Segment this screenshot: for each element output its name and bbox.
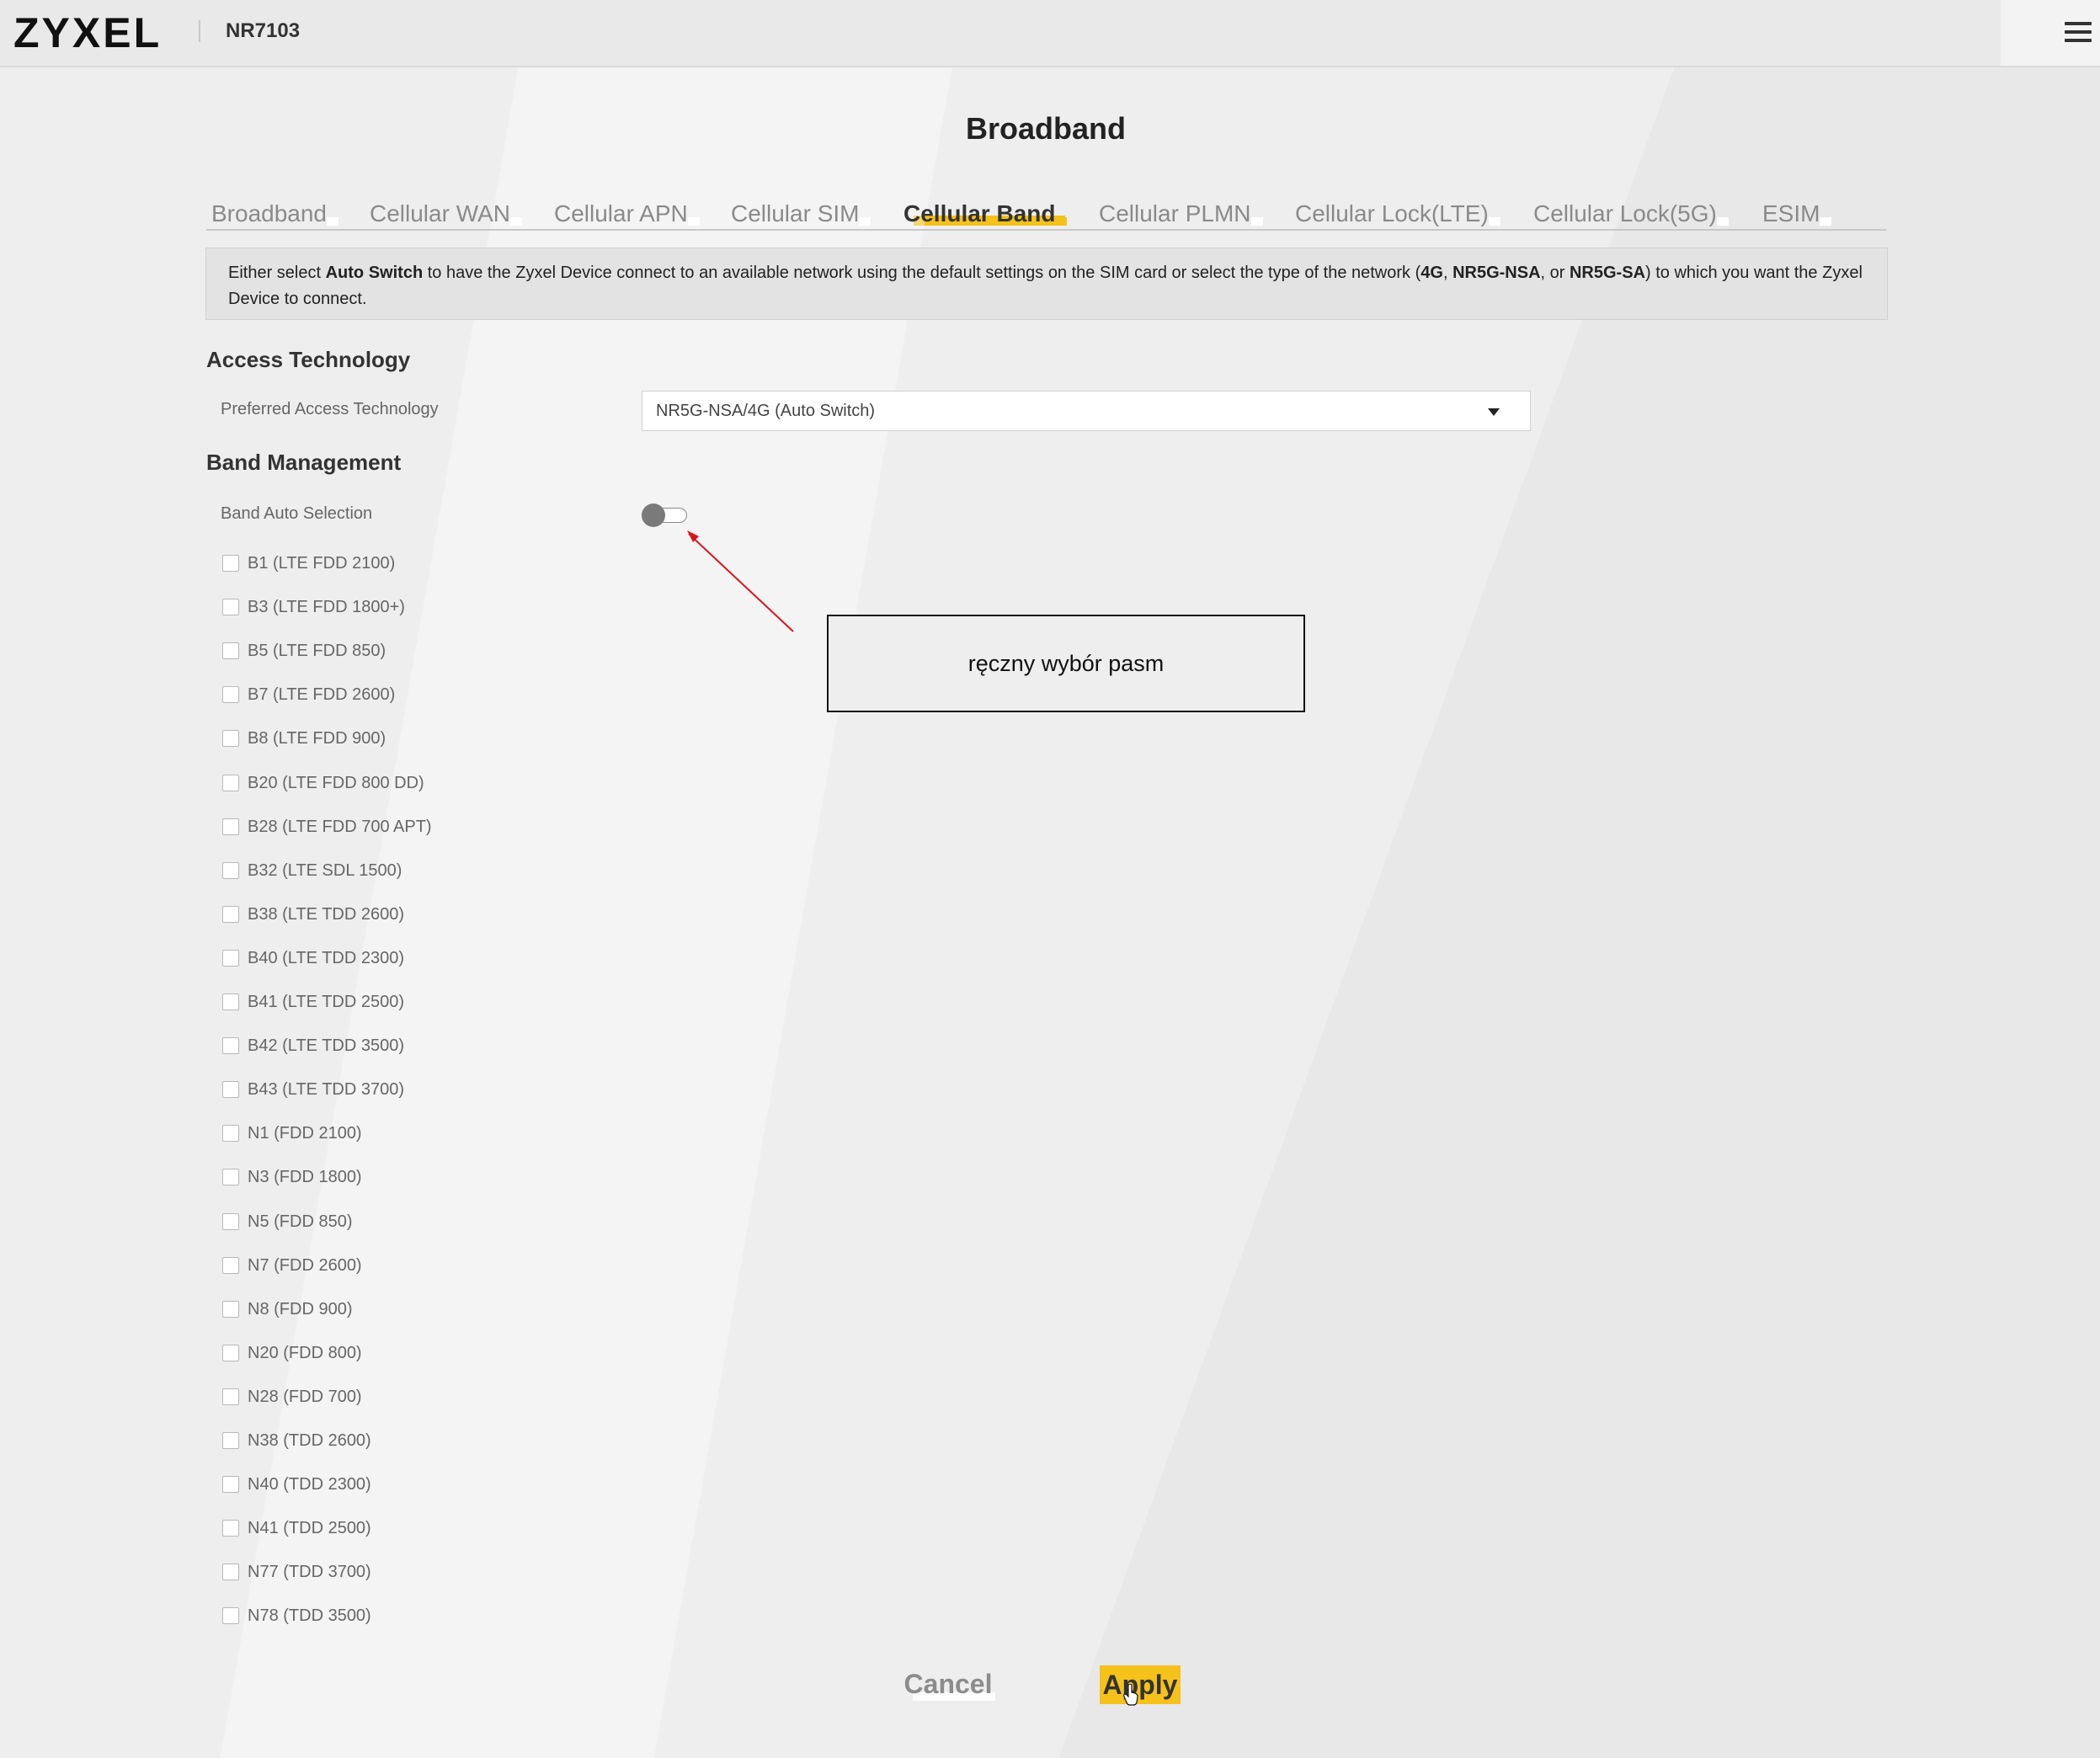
- band-label: B32 (LTE SDL 1500): [248, 861, 402, 880]
- band-label: B38 (LTE TDD 2600): [248, 905, 405, 924]
- device-model: NR7103: [226, 19, 301, 42]
- section-title-band-management: Band Management: [206, 450, 402, 475]
- band-label: B8 (LTE FDD 900): [248, 729, 386, 748]
- header-divider: [199, 20, 200, 42]
- preferred-access-technology-label: Preferred Access Technology: [221, 400, 439, 418]
- band-checkbox[interactable]: [222, 818, 239, 835]
- band-checkbox[interactable]: [222, 1345, 239, 1361]
- band-auto-selection-label: Band Auto Selection: [221, 504, 373, 523]
- band-checkbox[interactable]: [222, 906, 239, 923]
- band-checkbox[interactable]: [222, 1081, 239, 1098]
- section-title-access-technology: Access Technology: [206, 347, 411, 372]
- band-checkbox[interactable]: [222, 1607, 239, 1624]
- band-checkbox[interactable]: [222, 1301, 239, 1318]
- band-checkbox[interactable]: [222, 1213, 239, 1230]
- band-label: N78 (TDD 3500): [248, 1606, 371, 1625]
- hand-cursor-icon: [1123, 1684, 1138, 1706]
- band-label: N1 (FDD 2100): [248, 1124, 362, 1143]
- band-checkbox[interactable]: [222, 1388, 239, 1405]
- band-label: N8 (FDD 900): [248, 1300, 353, 1318]
- band-checkbox[interactable]: [222, 686, 239, 703]
- band-checkbox[interactable]: [222, 555, 239, 572]
- info-box: Either select Auto Switch to have the Zy…: [205, 248, 1888, 320]
- band-checkbox[interactable]: [222, 642, 239, 659]
- band-label: B40 (LTE TDD 2300): [248, 949, 405, 967]
- band-checkbox[interactable]: [222, 599, 239, 615]
- band-label: N28 (FDD 700): [248, 1388, 362, 1406]
- band-checkbox[interactable]: [222, 1257, 239, 1274]
- band-checkbox[interactable]: [222, 862, 239, 879]
- band-label: N77 (TDD 3700): [248, 1563, 371, 1581]
- band-label: B28 (LTE FDD 700 APT): [248, 818, 432, 836]
- tab-cellular-lock-5g[interactable]: Cellular Lock(5G): [1533, 199, 1729, 229]
- band-checkbox[interactable]: [222, 1520, 239, 1537]
- cancel-button[interactable]: Cancel: [901, 1665, 995, 1702]
- hamburger-menu-icon[interactable]: [2065, 22, 2092, 45]
- band-checkbox[interactable]: [222, 950, 239, 967]
- band-label: B41 (LTE TDD 2500): [248, 993, 405, 1011]
- annotation-arrow: [687, 530, 794, 632]
- tab-broadband[interactable]: Broadband: [211, 199, 339, 229]
- band-label: B3 (LTE FDD 1800+): [248, 598, 405, 616]
- band-label: B20 (LTE FDD 800 DD): [248, 774, 424, 792]
- zyxel-logo: ZYXEL: [13, 9, 163, 56]
- tab-cellular-plmn[interactable]: Cellular PLMN: [1099, 199, 1262, 229]
- band-label: N5 (FDD 850): [248, 1212, 353, 1231]
- tab-cellular-wan[interactable]: Cellular WAN: [370, 199, 522, 229]
- band-label: N38 (TDD 2600): [248, 1431, 371, 1450]
- band-label: N41 (TDD 2500): [248, 1519, 371, 1537]
- tab-cellular-sim[interactable]: Cellular SIM: [731, 199, 872, 229]
- band-label: B1 (LTE FDD 2100): [248, 554, 396, 573]
- band-checkbox[interactable]: [222, 1037, 239, 1054]
- band-label: N7 (FDD 2600): [248, 1256, 362, 1275]
- tab-cellular-band[interactable]: Cellular Band: [903, 199, 1069, 229]
- tab-esim[interactable]: ESIM: [1762, 199, 1833, 229]
- band-label: B42 (LTE TDD 3500): [248, 1036, 405, 1055]
- tab-cellular-apn[interactable]: Cellular APN: [554, 199, 700, 229]
- band-checkbox[interactable]: [222, 1432, 239, 1449]
- tab-cellular-lock-lte[interactable]: Cellular Lock(LTE): [1295, 199, 1500, 229]
- band-checkbox[interactable]: [222, 994, 239, 1010]
- chevron-down-icon: [1488, 408, 1500, 416]
- band-checkbox[interactable]: [222, 1125, 239, 1142]
- band-label: N20 (FDD 800): [248, 1344, 362, 1362]
- apply-button[interactable]: Apply: [1100, 1665, 1181, 1704]
- band-checkbox[interactable]: [222, 730, 239, 747]
- annotation-box: ręczny wybór pasm: [827, 615, 1305, 712]
- top-header: ZYXEL NR7103: [0, 0, 2100, 67]
- toggle-knob: [642, 503, 665, 527]
- band-label: B43 (LTE TDD 3700): [248, 1080, 405, 1099]
- page-title: Broadband: [965, 111, 1126, 146]
- band-checkbox[interactable]: [222, 1476, 239, 1493]
- preferred-access-technology-select[interactable]: NR5G-NSA/4G (Auto Switch): [642, 391, 1531, 431]
- band-checkbox[interactable]: [222, 1169, 239, 1185]
- tab-bar: Broadband Cellular WAN Cellular APN Cell…: [206, 199, 1886, 231]
- band-label: N40 (TDD 2300): [248, 1475, 371, 1494]
- band-checkbox[interactable]: [222, 775, 239, 791]
- band-label: B7 (LTE FDD 2600): [248, 685, 396, 704]
- band-label: B5 (LTE FDD 850): [248, 642, 386, 660]
- band-checkbox[interactable]: [222, 1564, 239, 1580]
- band-label: N3 (FDD 1800): [248, 1168, 362, 1186]
- select-value: NR5G-NSA/4G (Auto Switch): [656, 402, 876, 420]
